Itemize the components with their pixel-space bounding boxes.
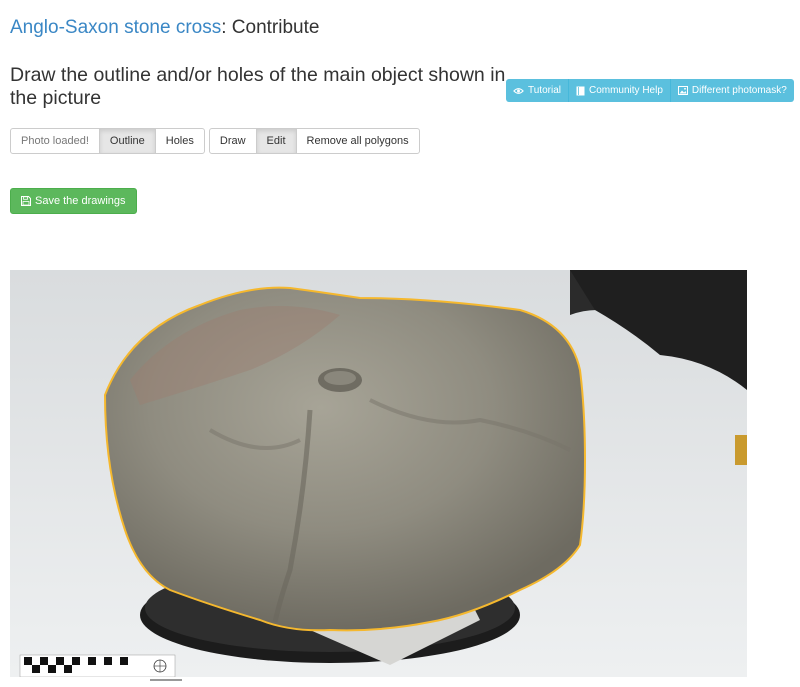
object-link[interactable]: Anglo-Saxon stone cross (10, 17, 221, 38)
photo-canvas[interactable] (10, 270, 747, 677)
holes-button[interactable]: Holes (154, 128, 205, 154)
draw-button[interactable]: Draw (208, 128, 257, 154)
help-button-group: Tutorial Community Help Different photom… (506, 79, 794, 102)
save-drawings-button[interactable]: Save the drawings (10, 188, 137, 214)
different-photomask-label: Different photomask? (691, 85, 787, 96)
mode-button-group: Photo loaded! Outline Holes (10, 128, 205, 154)
floppy-disk-icon (21, 196, 31, 206)
outline-button[interactable]: Outline (98, 128, 156, 154)
photo-status: Photo loaded! (10, 128, 100, 154)
edit-button[interactable]: Edit (255, 128, 297, 154)
page-title: Anglo-Saxon stone cross: Contribute (10, 16, 319, 40)
different-photomask-button[interactable]: Different photomask? (670, 79, 794, 102)
eye-icon (513, 87, 524, 94)
instruction-heading: Draw the outline and/or holes of the mai… (10, 64, 506, 109)
background-yellow-object (735, 435, 747, 465)
save-drawings-label: Save the drawings (35, 195, 126, 207)
tutorial-label: Tutorial (528, 85, 561, 96)
book-icon (576, 86, 585, 95)
image-icon (677, 86, 688, 95)
stone-hole-rim (324, 371, 356, 385)
photo-drawing-svg[interactable] (10, 270, 747, 677)
edit-button-group: Draw Edit Remove all polygons (208, 128, 420, 154)
tutorial-button[interactable]: Tutorial (506, 79, 569, 102)
remove-all-polygons-button[interactable]: Remove all polygons (295, 128, 420, 154)
page-title-suffix: : Contribute (221, 17, 320, 38)
scale-bar (19, 654, 176, 677)
community-help-button[interactable]: Community Help (568, 79, 671, 102)
scroll-indicator (150, 679, 182, 681)
drawing-toolbar: Photo loaded! Outline Holes Draw Edit Re… (10, 128, 424, 154)
community-help-label: Community Help (588, 85, 663, 96)
